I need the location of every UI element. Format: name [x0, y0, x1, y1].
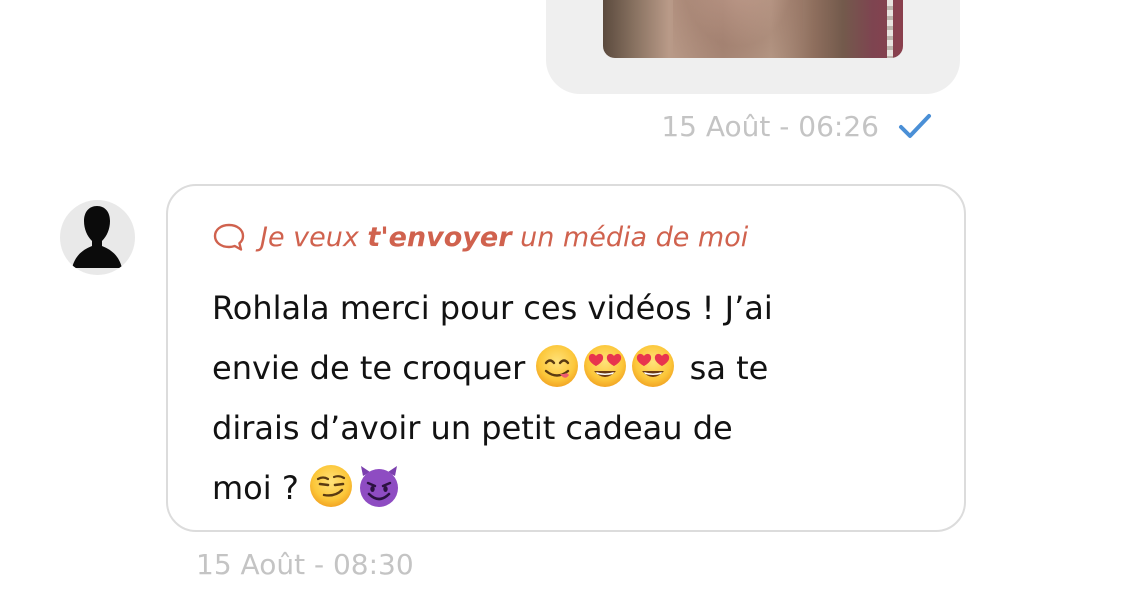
person-silhouette-icon	[72, 206, 122, 268]
photo-thumbnail[interactable]	[603, 0, 903, 58]
message-line-text: sa te	[689, 349, 769, 387]
outgoing-message-bubble[interactable]	[546, 0, 960, 94]
reply-text: Je veux t'envoyer un média de moi	[260, 222, 748, 253]
reply-text-bold: t'envoyer	[367, 221, 512, 253]
avatar[interactable]	[60, 200, 135, 275]
photo-detail	[887, 0, 893, 58]
message-line: Rohlala merci pour ces vidéos ! J’ai	[212, 289, 773, 327]
incoming-message-bubble[interactable]: Je veux t'envoyer un média de moi Rohlal…	[166, 184, 966, 532]
message-line: dirais d’avoir un petit cadeau de	[212, 409, 733, 447]
message-line-text: envie de te croquer	[212, 349, 526, 387]
incoming-timestamp: 15 Août - 08:30	[196, 548, 414, 581]
smirking-face-emoji	[309, 464, 353, 508]
reply-text-prefix: Je veux	[260, 221, 368, 253]
chat-conversation: 15 Août - 06:26 Je veux t'envoyer un méd…	[0, 0, 1125, 615]
message-line: moi ?	[212, 458, 932, 518]
heart-eyes-emoji	[631, 344, 675, 388]
incoming-message-meta: 15 Août - 08:30	[196, 548, 414, 581]
reply-text-suffix: un média de moi	[511, 221, 749, 253]
heart-eyes-emoji	[583, 344, 627, 388]
message-text: Rohlala merci pour ces vidéos ! J’ai env…	[212, 278, 932, 518]
savoring-face-emoji	[535, 344, 579, 388]
photo-content	[673, 0, 803, 58]
check-icon	[899, 114, 931, 138]
message-line-text: moi ?	[212, 469, 299, 507]
message-line: envie de te croquer sa te	[212, 338, 932, 398]
outgoing-message-meta: 15 Août - 06:26	[661, 108, 933, 144]
outgoing-timestamp: 15 Août - 06:26	[661, 109, 879, 143]
reply-context[interactable]: Je veux t'envoyer un média de moi	[212, 216, 748, 258]
chat-bubble-icon	[213, 223, 245, 251]
smiling-devil-emoji	[357, 464, 401, 508]
